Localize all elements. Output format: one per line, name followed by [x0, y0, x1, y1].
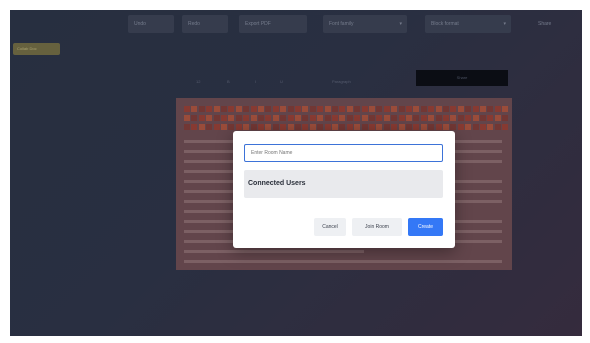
- room-name-input[interactable]: [244, 144, 443, 162]
- connected-users-section: Connected Users: [244, 170, 443, 198]
- connected-users-label: Connected Users: [248, 180, 306, 187]
- create-room-button[interactable]: Create: [408, 218, 443, 236]
- join-room-button[interactable]: Join Room: [352, 218, 402, 236]
- create-room-dialog: Connected Users Cancel Join Room Create: [233, 131, 455, 248]
- app-window: Undo Redo Export PDF Font family ▾ Block…: [10, 10, 582, 336]
- cancel-button[interactable]: Cancel: [314, 218, 346, 236]
